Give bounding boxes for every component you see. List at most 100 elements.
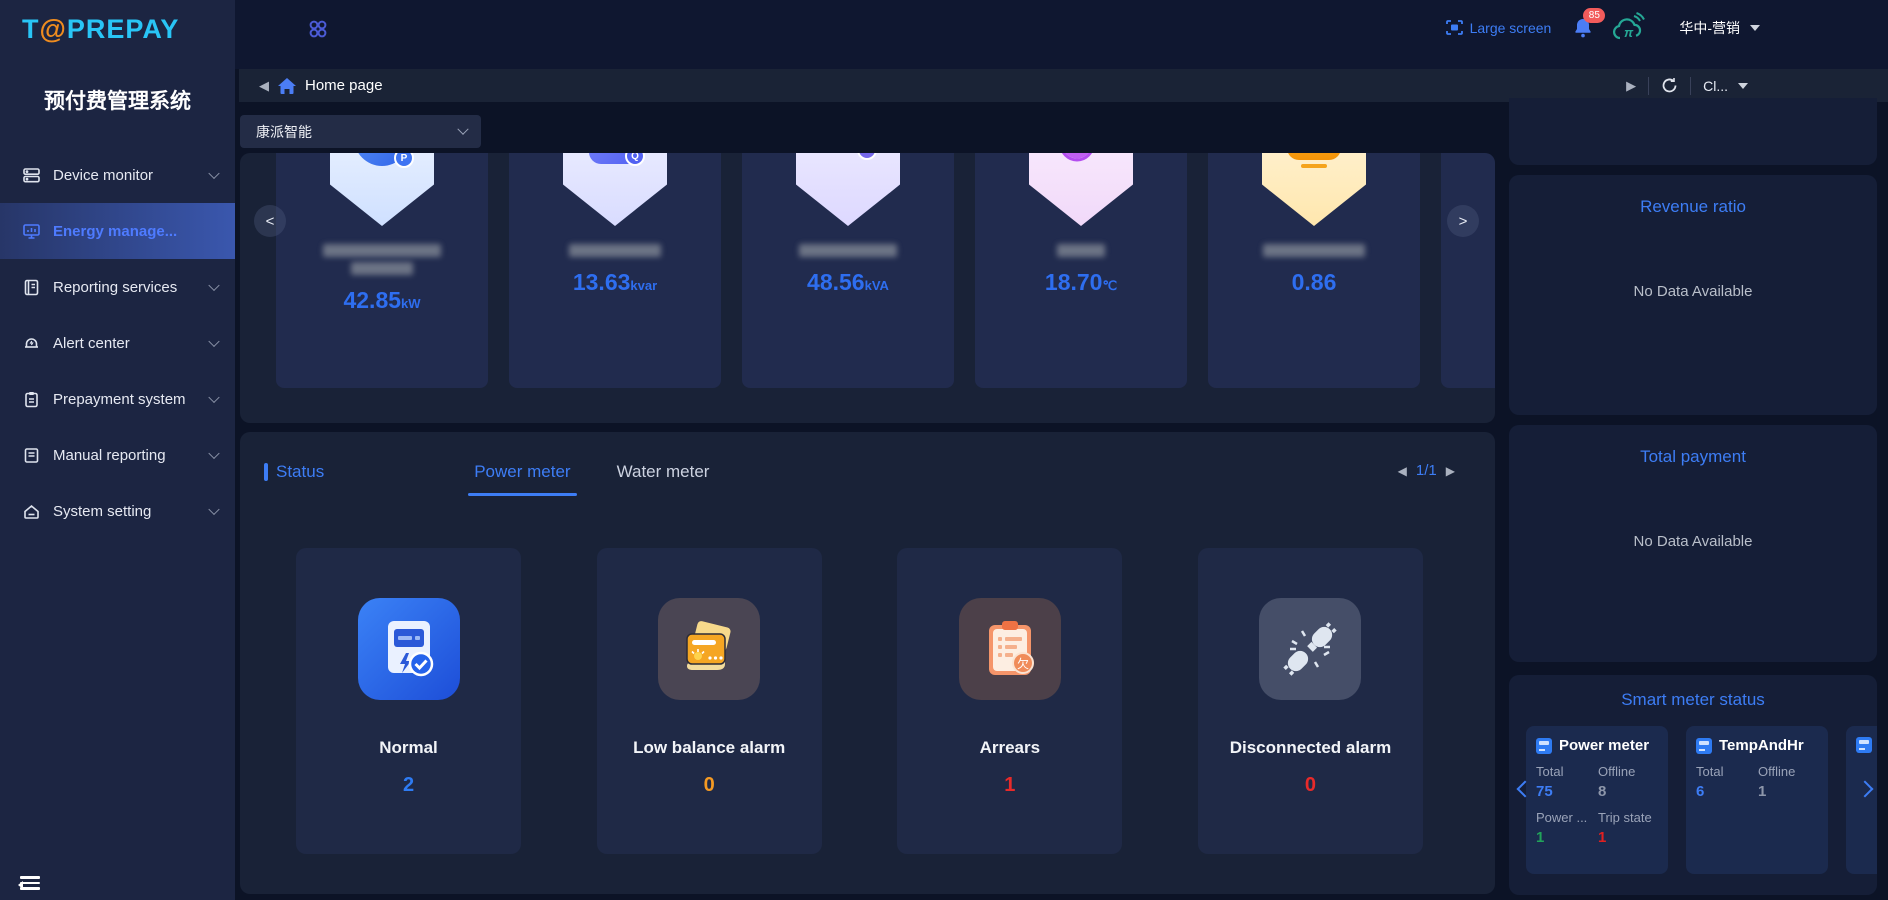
arrears-clipboard-icon: 欠 bbox=[959, 598, 1061, 700]
stat-label: Offline bbox=[1598, 764, 1660, 779]
sidebar-item-reporting-services[interactable]: Reporting services bbox=[0, 259, 235, 315]
stat-label: Trip state bbox=[1598, 810, 1660, 825]
status-card-label: Normal bbox=[379, 738, 438, 758]
breadcrumb[interactable]: Home page bbox=[305, 77, 383, 94]
status-tabs: Power meter Water meter bbox=[474, 462, 709, 496]
sidebar: T@PREPAY 预付费管理系统 Device monitor Energy m… bbox=[0, 0, 235, 900]
metric-value: 42.85 bbox=[343, 287, 401, 313]
payment-empty-state: No Data Available bbox=[1509, 533, 1877, 550]
metric-card-reactive-power: Q 13.63kvar bbox=[509, 153, 721, 388]
redacted-label bbox=[799, 244, 897, 257]
page-prev-button[interactable]: ◀ bbox=[1398, 464, 1407, 478]
p-badge-icon: P bbox=[394, 153, 414, 168]
status-card-label: Arrears bbox=[980, 738, 1041, 758]
tab-water-meter[interactable]: Water meter bbox=[617, 462, 710, 496]
sidebar-item-label: Energy manage... bbox=[53, 223, 177, 240]
smart-meter-card-tempandhr: TempAndHr Total Offline 6 1 bbox=[1686, 726, 1828, 874]
redacted-label bbox=[1057, 244, 1105, 257]
user-menu[interactable]: 华中-营销 bbox=[1679, 18, 1760, 38]
collapse-sidebar-button[interactable] bbox=[20, 876, 40, 892]
main-content: 康派智能 < > P bbox=[235, 102, 1888, 900]
sidebar-item-alert-center[interactable]: Alert center bbox=[0, 315, 235, 371]
sidebar-item-prepayment-system[interactable]: Prepayment system bbox=[0, 371, 235, 427]
page-tag-label: Cl... bbox=[1703, 78, 1728, 94]
sidebar-item-energy-management[interactable]: Energy manage... bbox=[0, 203, 235, 259]
sidebar-menu: Device monitor Energy manage... Reportin… bbox=[0, 147, 235, 539]
status-card-count: 0 bbox=[704, 774, 715, 797]
sidebar-item-label: Reporting services bbox=[53, 279, 177, 296]
divider bbox=[1648, 77, 1649, 95]
page-tag-select[interactable]: Cl... bbox=[1703, 78, 1748, 94]
fullscreen-icon bbox=[1446, 20, 1463, 35]
page-next-button[interactable]: ▶ bbox=[1446, 464, 1455, 478]
status-card-low-balance[interactable]: Low balance alarm 0 bbox=[597, 548, 822, 854]
redacted-label bbox=[569, 244, 661, 257]
sidebar-item-label: Prepayment system bbox=[53, 391, 186, 408]
metric-value: 48.56 bbox=[807, 269, 865, 295]
metric-shield bbox=[1029, 153, 1133, 226]
logo-at-icon: @ bbox=[40, 14, 67, 44]
sidebar-item-system-setting[interactable]: System setting bbox=[0, 483, 235, 539]
svg-text:π: π bbox=[1624, 25, 1634, 40]
metric-card-power-factor: cosφ 0.86 bbox=[1208, 153, 1420, 388]
energy-chart-icon bbox=[22, 222, 41, 241]
total-payment-title: Total payment bbox=[1509, 425, 1877, 467]
apps-grid-icon[interactable] bbox=[307, 18, 329, 40]
sidebar-item-label: Device monitor bbox=[53, 167, 153, 184]
top-header: Large screen 85 π 华中-营销 bbox=[235, 0, 1888, 69]
server-icon bbox=[22, 166, 41, 185]
journal-icon bbox=[22, 446, 41, 465]
site-selector[interactable]: 康派智能 bbox=[240, 115, 481, 148]
active-power-icon: P bbox=[354, 153, 410, 166]
meter-ok-icon bbox=[358, 598, 460, 700]
refresh-button[interactable] bbox=[1661, 77, 1678, 94]
status-card-arrears[interactable]: 欠 Arrears 1 bbox=[897, 548, 1122, 854]
app-logo: T@PREPAY bbox=[0, 0, 235, 45]
meter-icon bbox=[1856, 737, 1872, 753]
smart-meter-card-partial bbox=[1846, 726, 1877, 874]
stat-label: Total bbox=[1696, 764, 1758, 779]
metric-card-active-power: P 42.85kW bbox=[276, 153, 488, 388]
forward-arrow-button[interactable]: ▶ bbox=[1626, 78, 1636, 94]
smart-meter-status-card: Smart meter status Power meter Total Off… bbox=[1509, 675, 1877, 895]
chevron-down-icon bbox=[208, 336, 219, 347]
metric-shield: cosφ bbox=[1262, 153, 1366, 226]
status-card-count: 2 bbox=[403, 774, 414, 797]
status-card-count: 0 bbox=[1305, 774, 1316, 797]
apparent-power-icon: P S bbox=[833, 153, 862, 160]
stat-value: 6 bbox=[1696, 783, 1758, 800]
stat-value: 1 bbox=[1598, 829, 1660, 846]
stat-value: 75 bbox=[1536, 783, 1598, 800]
system-title: 预付费管理系统 bbox=[0, 85, 235, 115]
tab-power-meter[interactable]: Power meter bbox=[474, 462, 570, 496]
right-panel: Revenue ratio No Data Available Total pa… bbox=[1509, 102, 1877, 895]
chevron-down-icon bbox=[208, 392, 219, 403]
status-card-normal[interactable]: Normal 2 bbox=[296, 548, 521, 854]
reactive-power-icon: Q bbox=[589, 153, 641, 164]
status-card-count: 1 bbox=[1004, 774, 1015, 797]
chevron-down-icon bbox=[208, 448, 219, 459]
stat-value: 1 bbox=[1536, 829, 1598, 846]
cloud-service-button[interactable]: π bbox=[1611, 12, 1645, 44]
disconnected-plug-icon bbox=[1259, 598, 1361, 700]
chevron-down-icon bbox=[208, 280, 219, 291]
stat-label: Offline bbox=[1758, 764, 1820, 779]
section-accent-bar bbox=[264, 463, 268, 481]
carousel-prev-button[interactable]: < bbox=[254, 205, 286, 237]
sidebar-item-manual-reporting[interactable]: Manual reporting bbox=[0, 427, 235, 483]
back-arrow-button[interactable]: ◀ bbox=[259, 78, 269, 94]
redacted-label bbox=[323, 244, 441, 275]
smart-meter-name: TempAndHr bbox=[1719, 737, 1804, 754]
sidebar-item-label: Manual reporting bbox=[53, 447, 166, 464]
stat-value: 1 bbox=[1758, 783, 1820, 800]
notifications-button[interactable]: 85 bbox=[1573, 17, 1593, 39]
carousel-next-button[interactable]: > bbox=[1447, 205, 1479, 237]
status-card-disconnected[interactable]: Disconnected alarm 0 bbox=[1198, 548, 1423, 854]
home-icon bbox=[278, 78, 296, 94]
caret-down-icon bbox=[1738, 83, 1748, 89]
sidebar-item-device-monitor[interactable]: Device monitor bbox=[0, 147, 235, 203]
large-screen-button[interactable]: Large screen bbox=[1446, 20, 1552, 36]
stat-label: Total bbox=[1536, 764, 1598, 779]
book-icon bbox=[22, 278, 41, 297]
chevron-down-icon bbox=[208, 504, 219, 515]
